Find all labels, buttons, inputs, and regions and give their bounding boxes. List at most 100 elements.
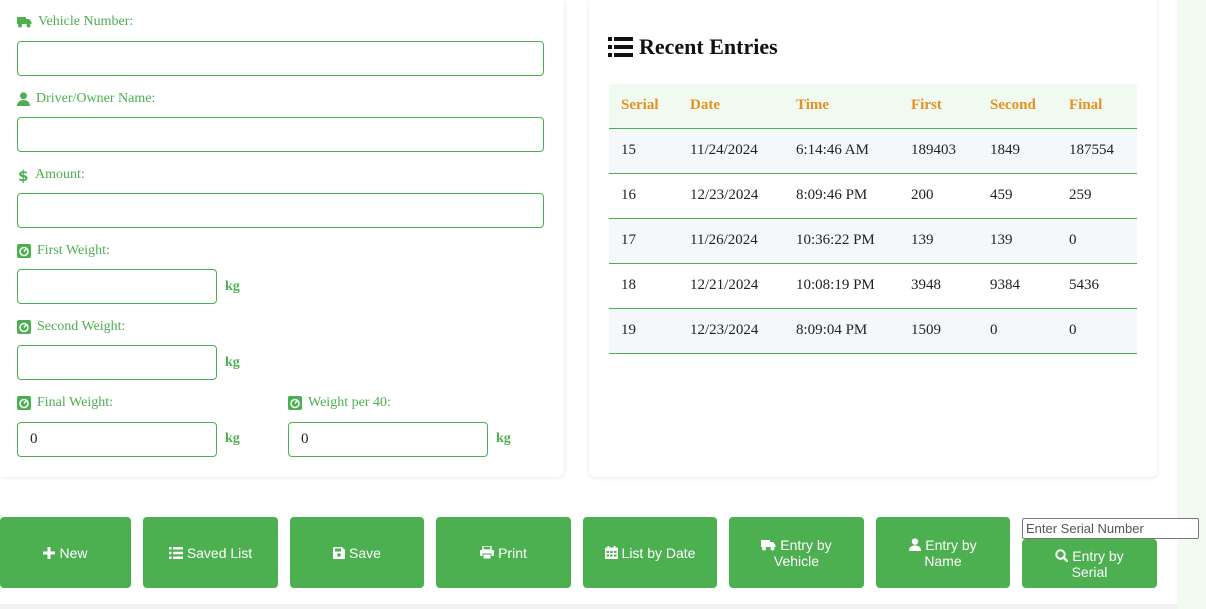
vehicle-number-label: Vehicle Number: [17,14,133,30]
saved-list-button-label: Saved List [186,544,253,561]
second-weight-input[interactable] [17,345,217,380]
saved-list-button[interactable]: Saved List [143,517,278,588]
weight-icon [17,320,31,334]
print-button-label: Print [498,544,527,561]
cell-final: 0 [1057,218,1137,264]
entry-by-serial-button-label: Entry by Serial [1071,547,1124,580]
save-button-label: Save [349,544,381,561]
weight-per-40-unit: kg [496,431,511,446]
cell-time: 8:09:46 PM [784,173,899,219]
first-weight-input[interactable] [17,269,217,304]
second-weight-unit: kg [225,355,240,370]
cell-second: 0 [978,308,1057,354]
cell-date: 12/23/2024 [678,308,784,354]
new-button-label: New [59,544,88,561]
cell-final: 259 [1057,173,1137,219]
final-weight-label: Final Weight: [17,395,113,411]
first-weight-label: First Weight: [17,243,110,259]
cell-date: 11/26/2024 [678,218,784,264]
cell-second: 139 [978,218,1057,264]
plus-icon [43,546,56,559]
cell-first: 3948 [899,263,978,309]
column-header-final: Final [1057,84,1137,129]
cell-serial: 18 [609,263,678,309]
entry-by-name-button-label: Entry by Name [924,536,977,569]
vehicle-number-input[interactable] [17,41,544,76]
entry-by-serial-content: Entry by Serial [1050,548,1130,580]
cell-second: 459 [978,173,1057,219]
cell-time: 10:36:22 PM [784,218,899,264]
entry-by-name-content: Entry by Name [903,537,983,569]
cell-time: 8:09:04 PM [784,308,899,354]
entry-by-vehicle-button[interactable]: Entry by Vehicle [729,517,864,588]
cell-date: 12/23/2024 [678,173,784,219]
amount-input[interactable] [17,193,544,228]
table-row: 15 11/24/2024 6:14:46 AM 189403 1849 187… [609,128,1137,174]
new-button[interactable]: New [0,517,131,588]
save-button[interactable]: Save [290,517,424,588]
final-weight-input[interactable] [17,422,217,457]
entry-by-name-button[interactable]: Entry by Name [876,517,1010,588]
first-weight-unit: kg [225,279,240,294]
table-row: 16 12/23/2024 8:09:46 PM 200 459 259 [609,173,1137,219]
column-header-serial: Serial [609,84,678,129]
weight-per-40-label-text: Weight per 40: [308,395,391,410]
serial-number-input[interactable] [1022,518,1199,539]
final-weight-label-text: Final Weight: [37,395,114,410]
cell-first: 200 [899,173,978,219]
weight-per-40-label: Weight per 40: [288,395,391,411]
recent-entries-title: Recent Entries [608,34,778,60]
list-by-date-button-label: List by Date [621,544,696,561]
cell-date: 12/21/2024 [678,263,784,309]
amount-label-text: Amount: [35,167,85,182]
cell-final: 5436 [1057,263,1137,309]
table-row: 17 11/26/2024 10:36:22 PM 139 139 0 [609,218,1137,264]
amount-label: $ Amount: [17,167,85,183]
user-icon [909,537,922,551]
weight-per-40-input[interactable] [288,422,488,457]
cell-time: 10:08:19 PM [784,263,899,309]
cell-date: 11/24/2024 [678,128,784,174]
driver-name-input[interactable] [17,117,544,152]
entry-by-vehicle-button-label: Entry by Vehicle [773,536,832,569]
truck-icon [761,539,776,550]
truck-icon [17,17,32,28]
table-row: 19 12/23/2024 8:09:04 PM 1509 0 0 [609,308,1137,354]
list-icon [608,37,633,57]
entry-by-vehicle-content: Entry by Vehicle [752,537,842,569]
cell-first: 1509 [899,308,978,354]
cell-first: 139 [899,218,978,264]
table-header-row: Serial Date Time First Second Final [609,84,1137,129]
print-button[interactable]: Print [436,517,571,588]
recent-entries-table: Serial Date Time First Second Final 15 1… [609,84,1137,354]
printer-icon [480,546,495,559]
calendar-icon [604,546,618,559]
dollar-icon: $ [18,168,28,183]
weight-icon [17,396,31,410]
cell-serial: 19 [609,308,678,354]
entry-by-serial-button[interactable]: Entry by Serial [1022,539,1157,588]
cell-serial: 16 [609,173,678,219]
second-weight-label: Second Weight: [17,319,125,335]
final-weight-unit: kg [225,431,240,446]
vehicle-number-label-text: Vehicle Number: [38,14,134,29]
column-header-time: Time [784,84,899,129]
search-icon [1055,548,1069,562]
weight-icon [288,396,302,410]
floppy-disk-icon [333,546,346,559]
list-by-date-button[interactable]: List by Date [583,517,717,588]
cell-serial: 17 [609,218,678,264]
svg-text:$: $ [18,168,28,183]
page-bottom-edge [0,604,1177,609]
second-weight-label-text: Second Weight: [37,319,126,334]
first-weight-label-text: First Weight: [37,243,110,258]
driver-name-label: Driver/Owner Name: [17,91,155,107]
cell-serial: 15 [609,128,678,174]
driver-name-label-text: Driver/Owner Name: [36,91,156,106]
cell-final: 0 [1057,308,1137,354]
column-header-second: Second [978,84,1057,129]
recent-entries-title-text: Recent Entries [639,34,778,59]
column-header-first: First [899,84,978,129]
column-header-date: Date [678,84,784,129]
cell-first: 189403 [899,128,978,174]
